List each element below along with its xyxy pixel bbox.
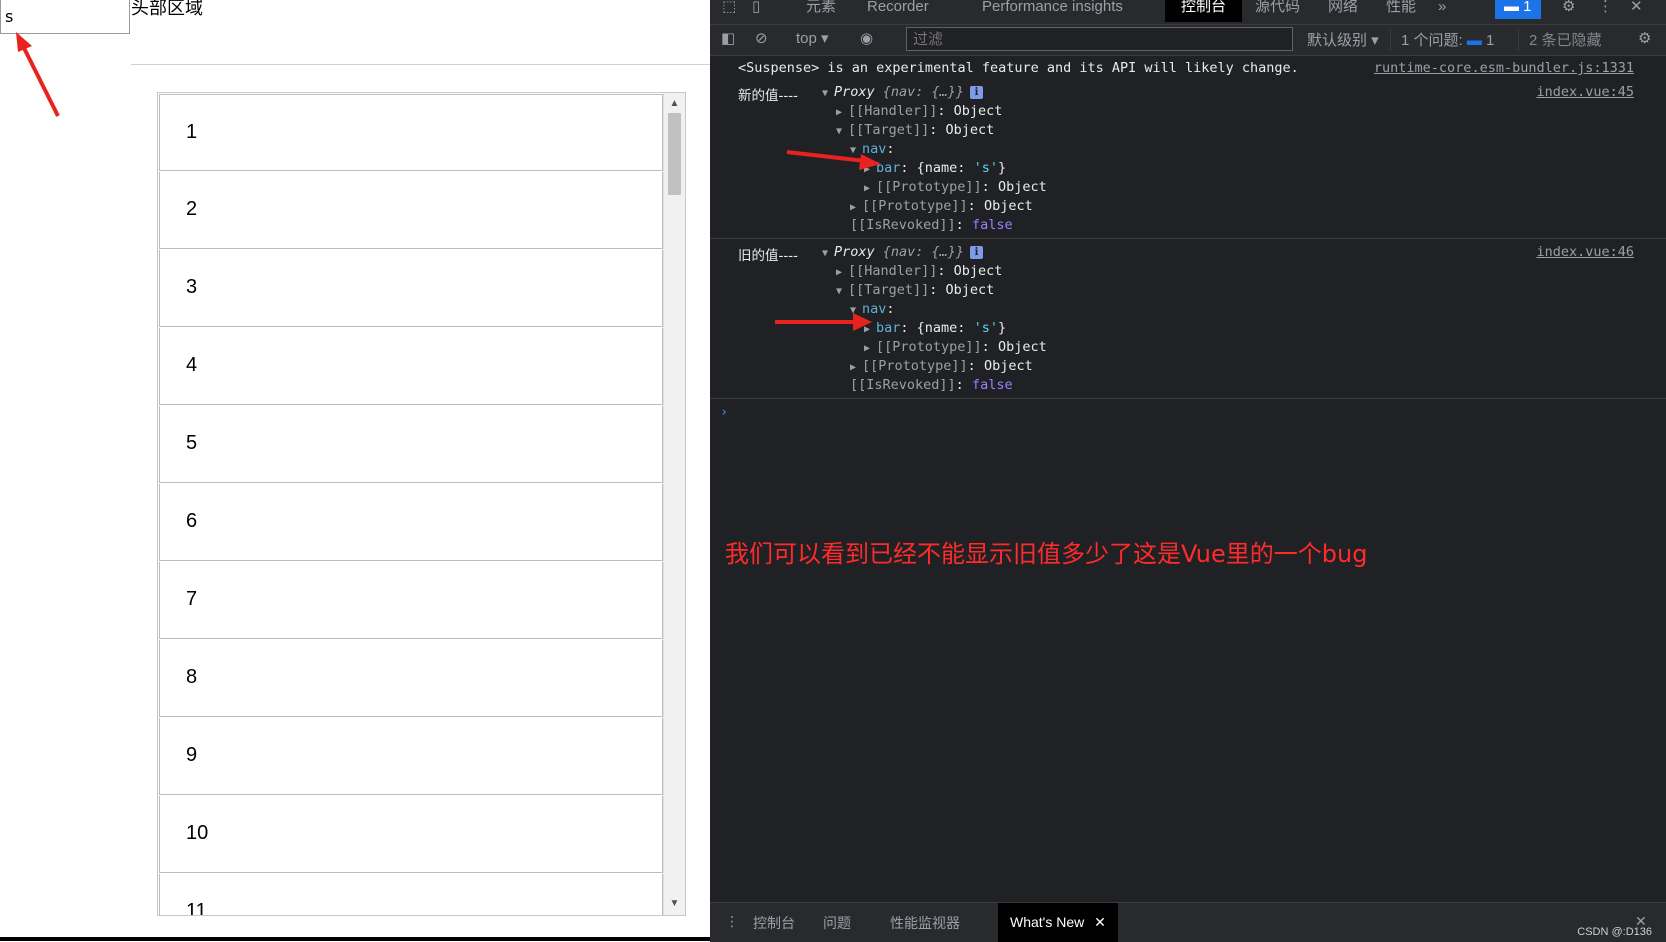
proxy-tree-old[interactable]: ▼ Proxy {nav: {…}} i [822, 244, 984, 260]
info-icon: i [970, 246, 984, 259]
list-item: 1 [159, 94, 663, 171]
source-link[interactable]: index.vue:45 [1536, 84, 1634, 100]
message-separator [710, 238, 1666, 239]
drawer-tab-console[interactable]: 控制台 [753, 913, 795, 933]
annotation-arrow-new [786, 150, 881, 170]
devtools-drawer: ⋮ 控制台 问题 性能监视器 What's New ✕ ✕ CSDN @:D13… [710, 902, 1666, 942]
tab-elements[interactable]: 元素 [806, 0, 836, 22]
prototype-entry[interactable]: ▶ [[Prototype]]: Object [864, 179, 1047, 195]
collapsed-triangle-icon[interactable]: ▶ [836, 267, 848, 278]
collapsed-triangle-icon[interactable]: ▶ [864, 183, 876, 194]
console-message-suspense: <Suspense> is an experimental feature an… [738, 60, 1299, 76]
close-devtools-icon[interactable]: ✕ [1630, 0, 1643, 22]
proxy-tree-new[interactable]: ▼ Proxy {nav: {…}} i [822, 84, 984, 100]
close-tab-icon[interactable]: ✕ [1094, 914, 1106, 930]
console-settings-gear-icon[interactable]: ⚙ [1638, 29, 1651, 47]
sidebar-toggle-icon[interactable]: ◧ [721, 29, 735, 47]
tab-performance-insights[interactable]: Performance insights [982, 0, 1123, 22]
info-icon: i [970, 86, 984, 99]
expanded-triangle-icon[interactable]: ▼ [836, 286, 848, 297]
filter-input[interactable] [906, 27, 1293, 51]
prototype-entry[interactable]: ▶ [[Prototype]]: Object [850, 198, 1033, 214]
is-revoked-entry: [[IsRevoked]]: false [850, 377, 1013, 393]
message-icon: ▬ [1504, 0, 1524, 15]
web-page: 头部区域 1 2 3 4 5 6 7 8 9 10 11 ▲ ▼ [0, 0, 710, 941]
context-select[interactable]: top ▾ [796, 29, 829, 47]
list-item: 10 [159, 796, 663, 873]
drawer-tab-issues[interactable]: 问题 [823, 913, 851, 933]
tab-recorder[interactable]: Recorder [867, 0, 929, 22]
expanded-triangle-icon[interactable]: ▼ [822, 88, 834, 99]
list-item: 5 [159, 406, 663, 483]
drawer-menu-icon[interactable]: ⋮ [725, 913, 739, 930]
collapsed-triangle-icon[interactable]: ▶ [864, 343, 876, 354]
watermark: CSDN @:D136 [1577, 926, 1652, 938]
console-prompt-icon[interactable]: › [720, 404, 728, 420]
page-bottom-edge [0, 937, 710, 941]
target-entry[interactable]: ▼ [[Target]]: Object [836, 122, 994, 138]
devtools-tab-bar: ⬚ ▯ 元素 Recorder Performance insights 控制台… [710, 0, 1666, 25]
list-item: 2 [159, 172, 663, 249]
list-item: 7 [159, 562, 663, 639]
list-item: 9 [159, 718, 663, 795]
tab-performance[interactable]: 性能 [1386, 0, 1416, 22]
is-revoked-entry: [[IsRevoked]]: false [850, 217, 1013, 233]
scroll-list[interactable]: 1 2 3 4 5 6 7 8 9 10 11 ▲ ▼ [157, 92, 686, 916]
list-item: 3 [159, 250, 663, 327]
scrollbar-thumb[interactable] [668, 113, 681, 195]
live-expression-eye-icon[interactable]: ◉ [860, 29, 873, 47]
scroll-up-arrow-icon[interactable]: ▲ [664, 95, 685, 113]
collapsed-triangle-icon[interactable]: ▶ [850, 362, 862, 373]
clear-console-icon[interactable]: ⊘ [755, 29, 768, 47]
message-separator [710, 398, 1666, 399]
console-toolbar: ◧ ⊘ top ▾ ◉ 默认级别 ▾ 1 个问题: ▬ 1 2 条已隐藏 ⚙ [710, 25, 1666, 56]
tab-sources[interactable]: 源代码 [1255, 0, 1300, 22]
prototype-entry[interactable]: ▶ [[Prototype]]: Object [864, 339, 1047, 355]
annotation-arrow-left [16, 32, 60, 117]
old-value-label: 旧的值---- [738, 248, 798, 264]
scroll-down-arrow-icon[interactable]: ▼ [664, 895, 685, 913]
tab-console[interactable]: 控制台 [1165, 0, 1243, 22]
header-area-text: 头部区域 [131, 0, 203, 19]
kebab-menu-icon[interactable]: ⋮ [1598, 0, 1613, 22]
source-link[interactable]: index.vue:46 [1536, 244, 1634, 260]
vertical-scrollbar[interactable]: ▲ ▼ [663, 93, 685, 915]
collapsed-triangle-icon[interactable]: ▶ [850, 202, 862, 213]
drawer-tab-whats-new[interactable]: What's New ✕ [998, 903, 1118, 942]
prototype-entry[interactable]: ▶ [[Prototype]]: Object [850, 358, 1033, 374]
hidden-messages-count: 2 条已隐藏 [1518, 29, 1602, 50]
header-divider [131, 64, 710, 65]
more-tabs-icon[interactable]: » [1438, 0, 1446, 22]
annotation-arrow-old [775, 313, 872, 331]
issues-counter[interactable]: 1 个问题: ▬ 1 [1390, 29, 1494, 50]
issues-badge[interactable]: ▬ 1 [1495, 0, 1541, 19]
expanded-triangle-icon[interactable]: ▼ [836, 126, 848, 137]
list-item: 11 [159, 874, 663, 915]
list-item: 8 [159, 640, 663, 717]
device-toolbar-icon[interactable]: ▯ [752, 0, 760, 22]
handler-entry[interactable]: ▶ [[Handler]]: Object [836, 103, 1002, 119]
handler-entry[interactable]: ▶ [[Handler]]: Object [836, 263, 1002, 279]
expanded-triangle-icon[interactable]: ▼ [822, 248, 834, 259]
devtools-panel: ⬚ ▯ 元素 Recorder Performance insights 控制台… [710, 0, 1666, 942]
new-value-label: 新的值---- [738, 88, 798, 104]
source-link[interactable]: runtime-core.esm-bundler.js:1331 [1374, 60, 1634, 76]
console-output: <Suspense> is an experimental feature an… [710, 56, 1666, 901]
collapsed-triangle-icon[interactable]: ▶ [836, 107, 848, 118]
drawer-tab-performance-monitor[interactable]: 性能监视器 [890, 913, 960, 933]
target-entry[interactable]: ▼ [[Target]]: Object [836, 282, 994, 298]
list-item: 4 [159, 328, 663, 405]
message-icon: ▬ [1466, 32, 1482, 49]
settings-gear-icon[interactable]: ⚙ [1562, 0, 1575, 22]
tab-network[interactable]: 网络 [1328, 0, 1358, 22]
list-item: 6 [159, 484, 663, 561]
annotation-text: 我们可以看到已经不能显示旧值多少了这是Vue里的一个bug [725, 540, 1368, 568]
inspect-icon[interactable]: ⬚ [722, 0, 736, 22]
log-level-select[interactable]: 默认级别 ▾ [1307, 29, 1379, 50]
